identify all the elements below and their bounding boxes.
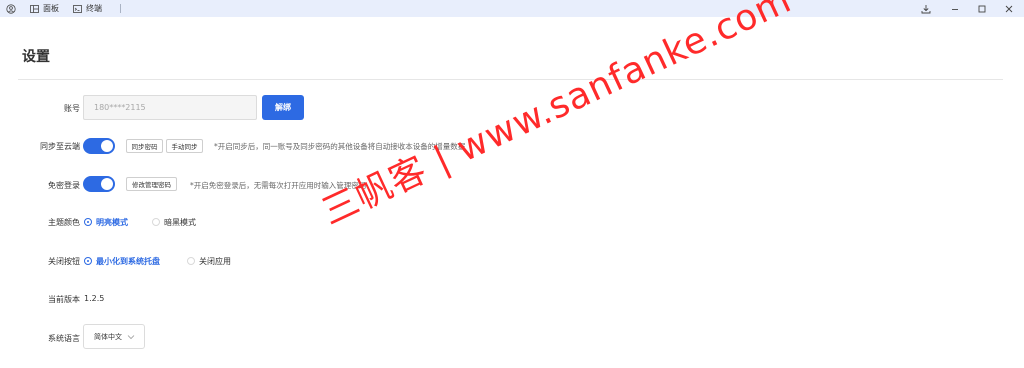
close-app-label[interactable]: 关闭应用 [199, 256, 231, 267]
chevron-down-icon [127, 335, 135, 340]
tab-divider [120, 4, 121, 13]
close-icon [1005, 5, 1013, 12]
language-select[interactable]: 简体中文 [83, 324, 145, 349]
tab-terminal-label: 终端 [86, 4, 102, 13]
close-behavior-label: 关闭按钮 [48, 257, 80, 266]
tab-terminal[interactable]: 终端 [73, 3, 102, 14]
close-button[interactable] [996, 0, 1022, 17]
download-button[interactable] [913, 0, 939, 17]
theme-label: 主题颜色 [48, 218, 80, 227]
minimize-to-tray-label[interactable]: 最小化到系统托盘 [96, 256, 160, 267]
change-password-button[interactable]: 修改管理密码 [126, 177, 177, 191]
sync-password-button[interactable]: 同步密码 [126, 139, 163, 153]
title-bar: 面板 终端 [0, 0, 1024, 17]
maximize-icon [978, 5, 986, 12]
minimize-to-tray-radio[interactable] [84, 257, 92, 265]
close-app-radio[interactable] [187, 257, 195, 265]
title-divider [18, 79, 1003, 80]
language-label: 系统语言 [48, 334, 80, 343]
page-title: 设置 [22, 49, 50, 65]
manual-sync-button[interactable]: 手动同步 [166, 139, 203, 153]
passwordless-label: 免密登录 [48, 181, 80, 190]
watermark-text: 三帆客 | www.sanfanke.com [315, 0, 798, 234]
sync-toggle[interactable] [83, 138, 115, 154]
toggle-knob [101, 140, 113, 152]
theme-dark-radio[interactable] [152, 218, 160, 226]
passwordless-toggle[interactable] [83, 176, 115, 192]
user-avatar-icon[interactable] [6, 3, 16, 14]
theme-light-radio[interactable] [84, 218, 92, 226]
tab-panel[interactable]: 面板 [30, 3, 59, 14]
version-label: 当前版本 [48, 295, 80, 304]
version-value: 1.2.5 [84, 294, 105, 303]
theme-dark-label[interactable]: 暗黑模式 [164, 217, 196, 228]
terminal-icon [73, 4, 82, 13]
maximize-button[interactable] [969, 0, 995, 17]
tab-panel-label: 面板 [43, 4, 59, 13]
panel-icon [30, 4, 39, 13]
unbind-button[interactable]: 解绑 [262, 95, 304, 120]
minimize-icon [952, 8, 958, 10]
sync-label: 同步至云端 [40, 142, 80, 151]
download-icon [921, 4, 931, 13]
account-label: 账号 [64, 104, 80, 113]
minimize-button[interactable] [942, 0, 968, 17]
language-select-value: 简体中文 [94, 332, 122, 341]
theme-light-label[interactable]: 明亮模式 [96, 217, 128, 228]
toggle-knob [101, 178, 113, 190]
account-input: 180****2115 [83, 95, 257, 120]
